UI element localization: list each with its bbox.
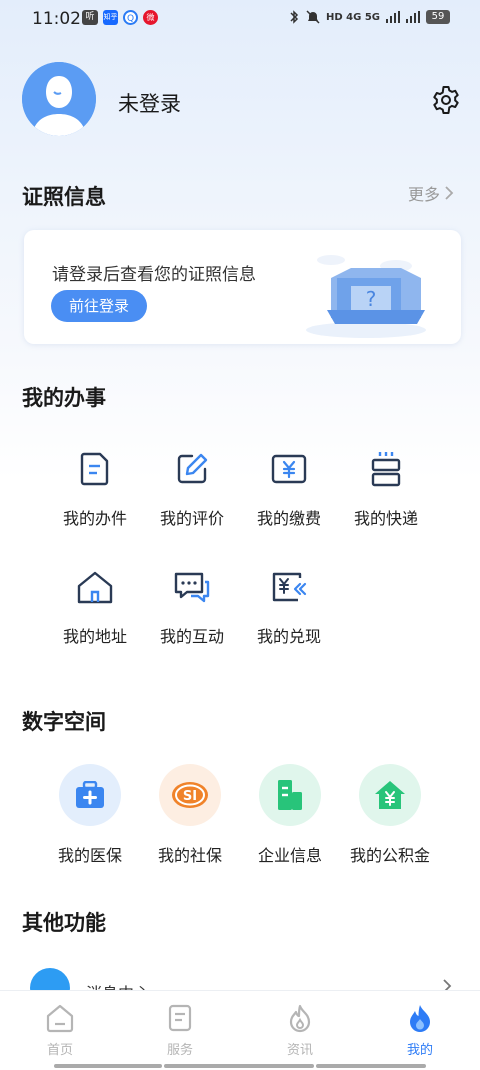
status-time: 11:02	[32, 9, 81, 29]
cash-back-icon	[269, 567, 309, 607]
affair-label: 我的办件	[62, 509, 127, 528]
avatar[interactable]	[22, 62, 96, 136]
space-item-enterprise[interactable]: 企业信息	[240, 764, 340, 866]
space-item-housing-fund[interactable]: 我的公积金	[340, 764, 440, 866]
tab-mine[interactable]: 我的	[380, 1003, 460, 1058]
tab-service[interactable]: 服务	[140, 1003, 220, 1058]
battery-level: 59	[426, 10, 450, 24]
service-icon	[168, 1004, 192, 1032]
bottom-tab-bar: 首页 服务 资讯 我的	[0, 990, 480, 1070]
document-icon	[75, 449, 115, 489]
affairs-section-title: 我的办事	[22, 386, 106, 410]
tab-home[interactable]: 首页	[20, 1003, 100, 1058]
tab-news[interactable]: 资讯	[260, 1003, 340, 1058]
system-icons: HD 4G 5G 59	[288, 10, 450, 24]
svg-text:SI: SI	[183, 789, 197, 804]
mute-icon	[306, 10, 320, 24]
license-prompt: 请登录后查看您的证照信息	[52, 265, 256, 285]
affair-label: 我的兑现	[256, 627, 321, 646]
home-icon	[46, 1004, 74, 1033]
settings-button[interactable]	[430, 84, 462, 116]
affair-label: 我的地址	[62, 627, 127, 646]
license-card: 请登录后查看您的证照信息 前往登录 ?	[24, 230, 461, 344]
more-link[interactable]: 更多	[408, 181, 454, 205]
affair-item-payments[interactable]: 我的缴费	[244, 449, 334, 529]
affair-label: 我的互动	[159, 627, 224, 646]
tab-label: 服务	[166, 1043, 193, 1058]
user-name[interactable]: 未登录	[118, 88, 181, 118]
empty-box-illustration: ?	[306, 255, 426, 338]
notification-icons: 听 知乎 Q 微	[82, 10, 158, 25]
affair-item-address[interactable]: 我的地址	[50, 567, 140, 647]
yuan-card-icon	[269, 449, 309, 489]
space-label: 我的社保	[157, 846, 222, 865]
more-link-label: 更多	[408, 185, 441, 204]
package-icon	[366, 449, 406, 489]
weibo-app-icon: 微	[143, 10, 158, 25]
affair-item-interaction[interactable]: 我的互动	[147, 567, 237, 647]
gear-icon	[433, 86, 459, 114]
medical-kit-icon	[59, 764, 121, 826]
signal-icon	[386, 11, 400, 23]
affair-item-reviews[interactable]: 我的评价	[147, 449, 237, 529]
flame-outline-icon	[289, 1004, 311, 1033]
social-security-icon: SI	[159, 764, 221, 826]
nav-indicator-center	[164, 1064, 314, 1068]
space-label: 企业信息	[257, 846, 322, 865]
digital-space-section-title: 数字空间	[22, 710, 106, 734]
license-section-title: 证照信息	[22, 185, 106, 209]
other-section-title: 其他功能	[22, 911, 106, 935]
affair-label: 我的缴费	[256, 509, 321, 528]
affair-item-cases[interactable]: 我的办件	[50, 449, 140, 529]
signal-2-icon	[406, 11, 420, 23]
browser-app-icon: Q	[123, 10, 138, 25]
affair-item-express[interactable]: 我的快递	[341, 449, 431, 529]
housing-fund-icon	[359, 764, 421, 826]
flame-icon	[410, 1005, 430, 1032]
house-icon	[75, 567, 115, 607]
affair-label: 我的快递	[353, 509, 418, 528]
network-type-text: HD 4G 5G	[326, 11, 380, 23]
chevron-right-icon	[445, 186, 454, 200]
space-item-medical-insurance[interactable]: 我的医保	[40, 764, 140, 866]
edit-icon	[172, 449, 212, 489]
bluetooth-icon	[290, 10, 299, 24]
avatar-icon	[22, 62, 96, 136]
nav-indicator-right	[316, 1064, 426, 1068]
tab-label: 首页	[46, 1043, 73, 1058]
building-icon	[259, 764, 321, 826]
affair-label: 我的评价	[159, 509, 224, 528]
tab-label: 我的	[406, 1043, 433, 1058]
status-bar: 11:02 听 知乎 Q 微 HD 4G 5G 59	[0, 0, 480, 38]
svg-text:?: ?	[366, 287, 377, 311]
affair-item-cashback[interactable]: 我的兑现	[244, 567, 334, 647]
zhihu-app-icon: 知乎	[103, 10, 118, 25]
login-button[interactable]: 前往登录	[51, 290, 147, 322]
listen-app-icon: 听	[82, 10, 98, 25]
space-label: 我的公积金	[349, 846, 430, 865]
chat-icon	[172, 567, 212, 607]
space-item-social-security[interactable]: SI 我的社保	[140, 764, 240, 866]
nav-indicator-left	[54, 1064, 162, 1068]
space-label: 我的医保	[57, 846, 122, 865]
tab-label: 资讯	[286, 1043, 313, 1058]
